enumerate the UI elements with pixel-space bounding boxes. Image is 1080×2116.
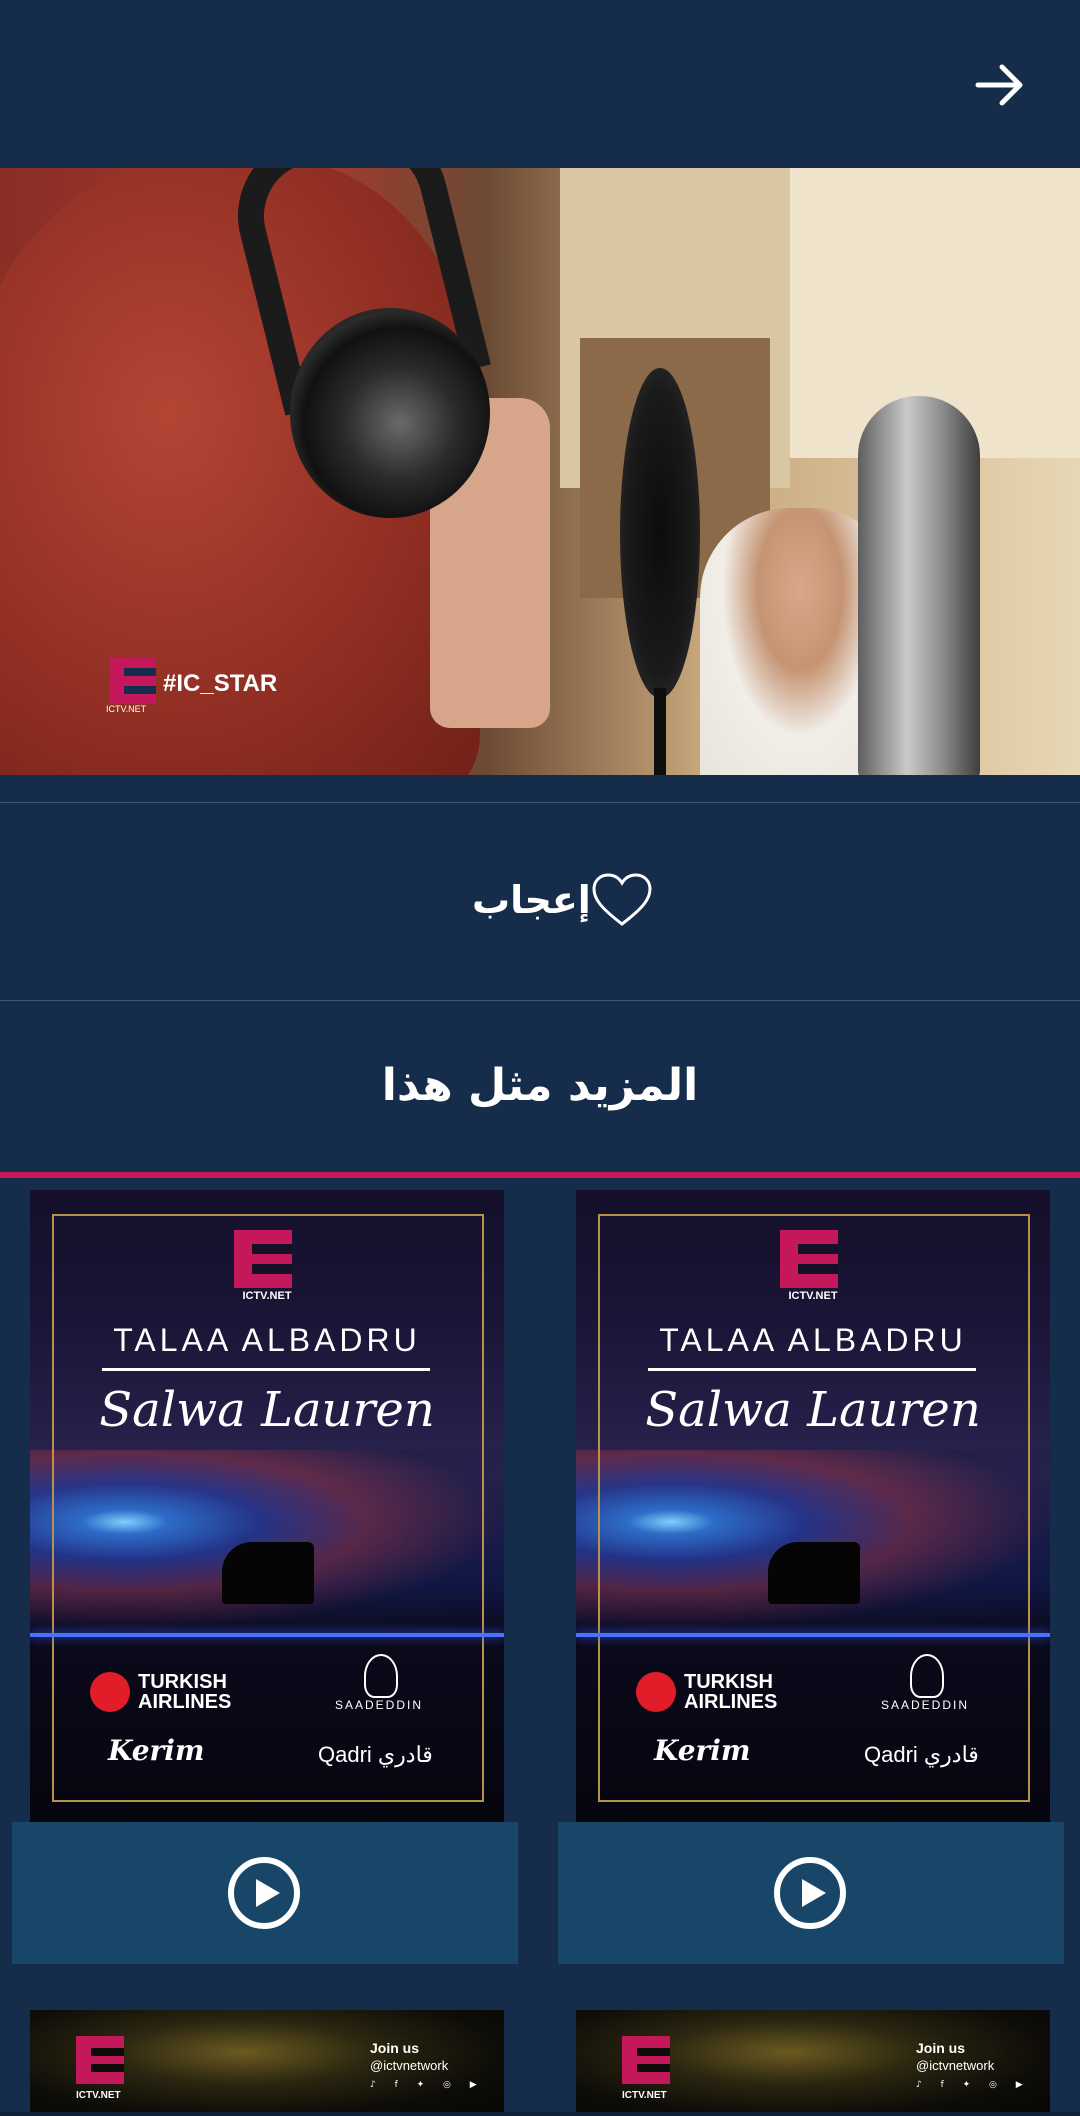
video-poster[interactable]: ICTV.NET Join us @ictvnetwork ♪ f ✦ ◎ ▶ xyxy=(576,2010,1050,2116)
piano xyxy=(768,1542,860,1604)
play-bar[interactable] xyxy=(12,1822,518,1964)
divider xyxy=(0,802,1080,803)
sponsor-turkish-airlines: TURKISH AIRLINES xyxy=(138,1671,232,1713)
turkish-airlines-logo: TURKISH AIRLINES xyxy=(636,1672,784,1712)
headphone-icon xyxy=(290,308,490,518)
watermark-logo-text: ICTV.NET xyxy=(106,704,147,714)
more-like-this-title: المزيد مثل هذا xyxy=(381,1060,699,1111)
hero-image: ICTV.NET #IC_STAR xyxy=(0,168,1080,775)
divider xyxy=(0,1000,1080,1001)
like-row: إعجاب xyxy=(0,804,1080,1000)
poster-title: TALAA ALBADRU xyxy=(113,1322,421,1358)
arrow-right-icon[interactable] xyxy=(970,55,1030,115)
turkish-airlines-icon xyxy=(90,1672,130,1712)
sponsor-saadeddin: SAADEDDIN xyxy=(880,1698,969,1712)
like-button[interactable]: إعجاب xyxy=(458,872,653,928)
social-handle: @ictvnetwork xyxy=(916,2058,995,2073)
ictv-logo-icon xyxy=(622,2036,670,2084)
ictv-logo-icon xyxy=(234,1230,292,1288)
ictv-logo-icon xyxy=(780,1230,838,1288)
heart-outline-icon xyxy=(592,873,652,926)
video-poster[interactable]: ICTV.NET Join us @ictvnetwork ♪ f ✦ ◎ ▶ xyxy=(30,2010,504,2116)
ictv-logo-icon xyxy=(76,2036,124,2084)
like-label: إعجاب xyxy=(472,878,591,922)
video-poster[interactable]: ICTV.NET TALAA ALBADRU Salwa Lauren TURK… xyxy=(576,1190,1050,1822)
play-circle-icon[interactable] xyxy=(227,1856,301,1930)
play-circle-icon[interactable] xyxy=(773,1856,847,1930)
poster-logo-text: ICTV.NET xyxy=(242,1290,292,1302)
saadeddin-emblem-icon xyxy=(910,1654,944,1698)
sponsor-qadri: Qadri قادري xyxy=(318,1742,433,1767)
ictv-logo-icon xyxy=(110,658,156,704)
video-card[interactable]: ICTV.NET TALAA ALBADRU Salwa Lauren TURK… xyxy=(12,1190,518,1964)
stage-floor xyxy=(576,1633,1050,1637)
stage-floor xyxy=(30,1633,504,1637)
video-card[interactable]: ICTV.NET TALAA ALBADRU Salwa Lauren TURK… xyxy=(558,1190,1064,1964)
poster-logo-text: ICTV.NET xyxy=(622,2090,667,2101)
bottom-edge xyxy=(0,2112,1080,2116)
join-us-text: Join us xyxy=(916,2040,966,2056)
play-bar[interactable] xyxy=(558,1822,1064,1964)
poster-logo-text: ICTV.NET xyxy=(788,1290,838,1302)
poster-frame xyxy=(52,1214,484,1802)
pop-filter-stand xyxy=(654,688,666,775)
piano xyxy=(222,1542,314,1604)
sponsor-turkish-airlines: TURKISH AIRLINES xyxy=(684,1671,778,1713)
sponsor-kerim: Kerim xyxy=(108,1734,205,1767)
turkish-airlines-icon xyxy=(636,1672,676,1712)
poster-title: TALAA ALBADRU xyxy=(659,1322,967,1358)
poster-rule xyxy=(102,1368,430,1371)
poster-logo-text: ICTV.NET xyxy=(76,2090,121,2101)
poster-artist: Salwa Lauren xyxy=(99,1382,435,1438)
top-bar xyxy=(0,0,1080,168)
accent-line xyxy=(0,1172,1080,1178)
saadeddin-emblem-icon xyxy=(364,1654,398,1698)
sponsor-saadeddin: SAADEDDIN xyxy=(334,1698,423,1712)
join-us-text: Join us xyxy=(370,2040,420,2056)
watermark-hashtag: #IC_STAR xyxy=(163,670,278,697)
pop-filter xyxy=(620,368,700,698)
sponsor-qadri: Qadri قادري xyxy=(864,1742,979,1767)
poster-frame xyxy=(598,1214,1030,1802)
turkish-airlines-logo: TURKISH AIRLINES xyxy=(90,1672,238,1712)
social-icons: ♪ f ✦ ◎ ▶ xyxy=(916,2080,1031,2090)
sponsor-kerim: Kerim xyxy=(654,1734,751,1767)
poster-artist: Salwa Lauren xyxy=(645,1382,981,1438)
video-poster[interactable]: ICTV.NET TALAA ALBADRU Salwa Lauren TURK… xyxy=(30,1190,504,1822)
microphone xyxy=(858,396,980,775)
poster-rule xyxy=(648,1368,976,1371)
social-handle: @ictvnetwork xyxy=(370,2058,449,2073)
social-icons: ♪ f ✦ ◎ ▶ xyxy=(370,2080,485,2090)
